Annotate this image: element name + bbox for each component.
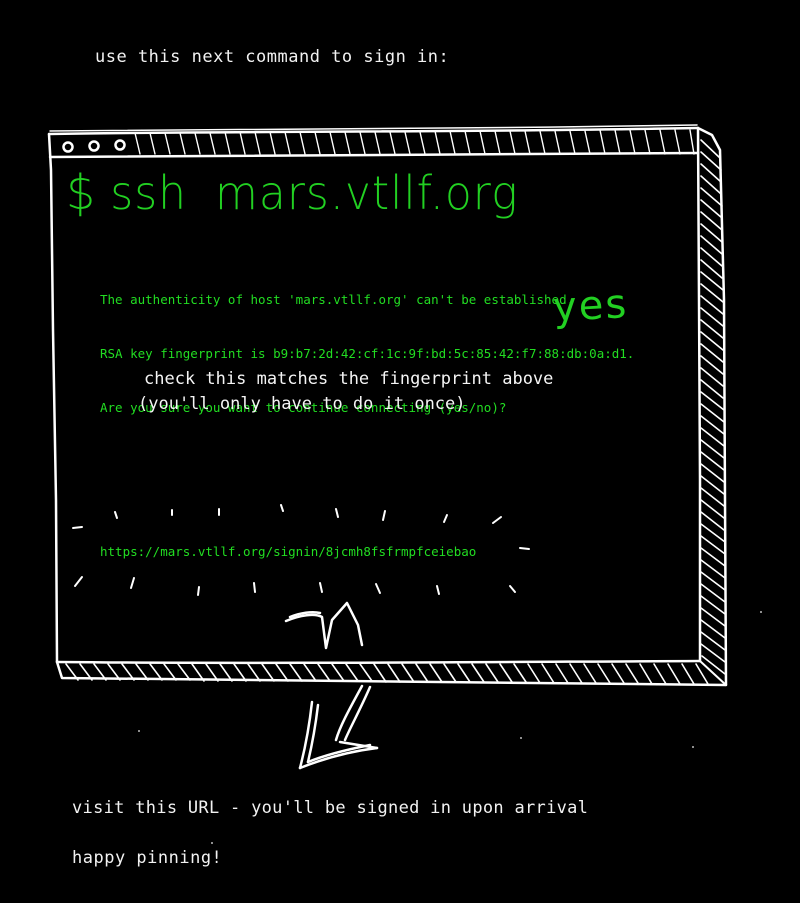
fingerprint-note-subtext: (you'll only have to do it once) <box>138 394 466 414</box>
signin-url-link[interactable]: https://mars.vtllf.org/signin/8jcmh8fsfr… <box>100 543 476 561</box>
prompt-symbol: $ <box>66 163 97 221</box>
arrow-down-icon <box>284 601 379 770</box>
decorative-dot <box>692 746 694 748</box>
terminal-line: RSA key fingerprint is b9:b7:2d:42:cf:1c… <box>100 346 635 361</box>
decorative-dot <box>138 730 140 732</box>
closing-text: happy pinning! <box>72 848 223 868</box>
decorative-dot <box>520 737 522 739</box>
decorative-dot <box>211 842 213 844</box>
yes-answer: yes <box>551 281 630 331</box>
decorative-dot <box>760 611 762 613</box>
terminal-window-sketch <box>47 124 728 770</box>
command-host: mars.vtllf.org <box>215 166 519 221</box>
fingerprint-note: check this matches the fingerprint above <box>144 369 554 389</box>
ssh-command: $ ssh mars.vtllf.org <box>66 164 519 221</box>
command-program: ssh <box>110 166 188 221</box>
visit-instruction: visit this URL - you'll be signed in upo… <box>72 798 589 818</box>
